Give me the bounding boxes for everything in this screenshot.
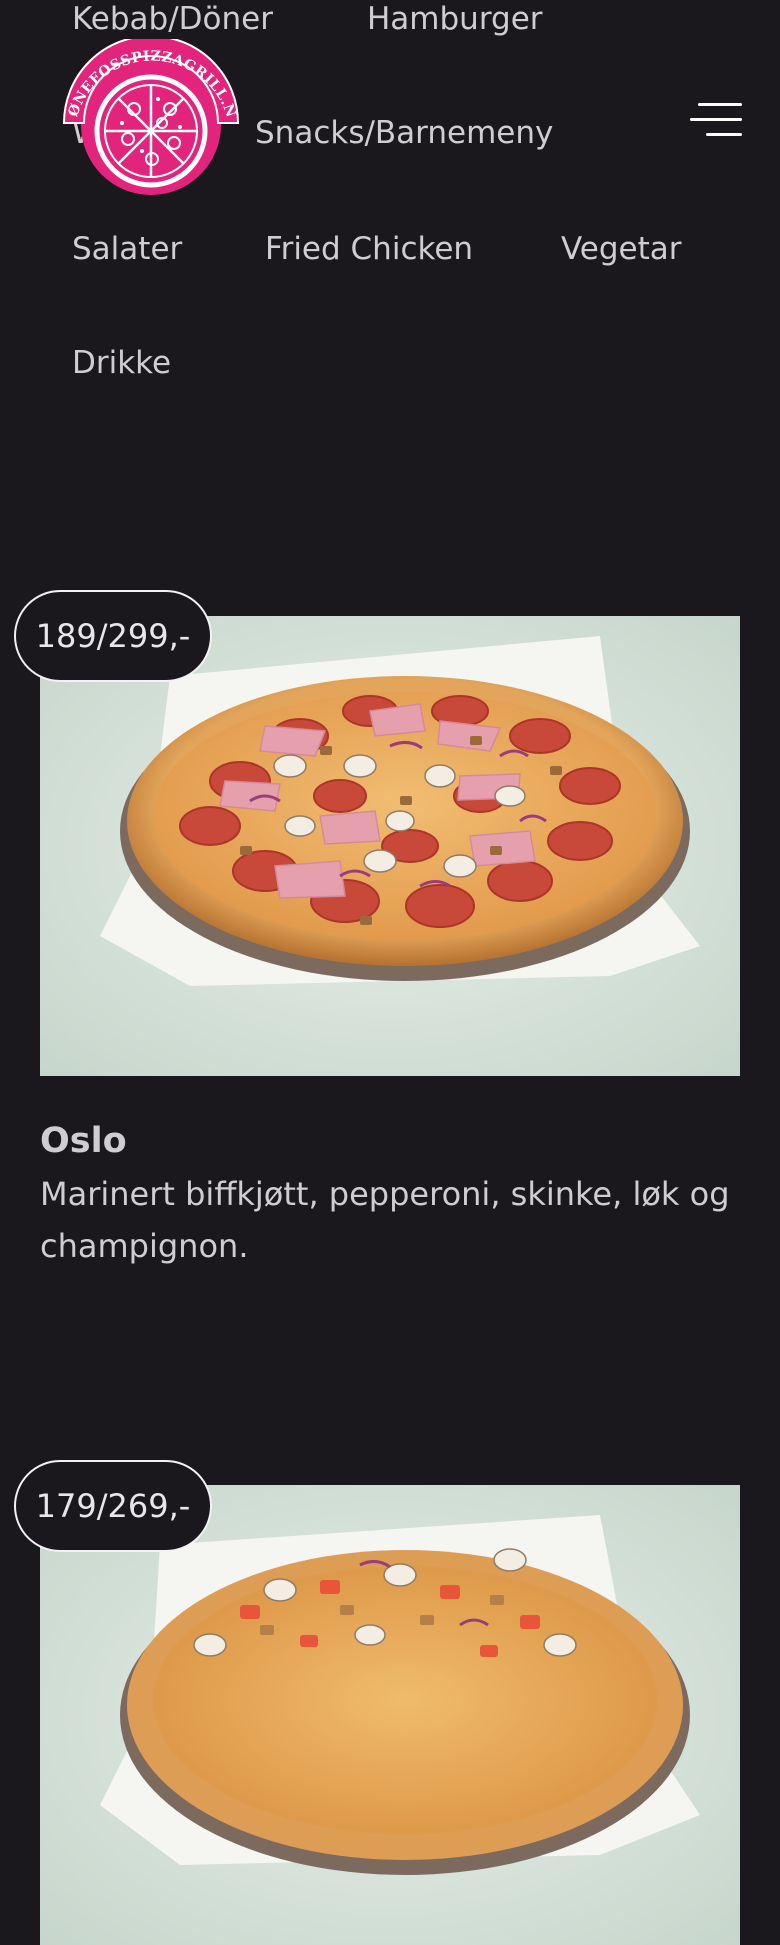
menu-item-card[interactable]: Oslo Marinert biffkjøtt, pepperoni, skin… bbox=[40, 616, 740, 1296]
menu-line bbox=[698, 103, 742, 106]
site-logo[interactable]: HØNEFOSSPIZZAGRILL.NO bbox=[55, 27, 240, 195]
item-title: Oslo bbox=[40, 1121, 127, 1161]
pizza-logo-icon: HØNEFOSSPIZZAGRILL.NO bbox=[55, 27, 240, 195]
menu-line bbox=[706, 133, 742, 136]
price-badge: 179/269,- bbox=[14, 1460, 212, 1552]
category-drikke[interactable]: Drikke bbox=[72, 348, 171, 379]
item-description: Marinert biffkjøtt, pepperoni, skinke, l… bbox=[40, 1175, 730, 1265]
pizza-photo bbox=[40, 616, 740, 1076]
category-fried-chicken[interactable]: Fried Chicken bbox=[265, 234, 473, 265]
category-vegetar[interactable]: Vegetar bbox=[561, 234, 682, 265]
category-snacks-barnemeny[interactable]: Snacks/Barnemeny bbox=[255, 118, 553, 149]
category-salater[interactable]: Salater bbox=[72, 234, 182, 265]
category-hamburger[interactable]: Hamburger bbox=[367, 4, 543, 35]
hamburger-menu-icon[interactable] bbox=[690, 102, 742, 138]
pizza-photo bbox=[40, 1485, 740, 1945]
price-badge: 189/299,- bbox=[14, 590, 212, 682]
category-kebab-doner[interactable]: Kebab/Döner bbox=[72, 4, 273, 35]
menu-line bbox=[690, 118, 742, 121]
